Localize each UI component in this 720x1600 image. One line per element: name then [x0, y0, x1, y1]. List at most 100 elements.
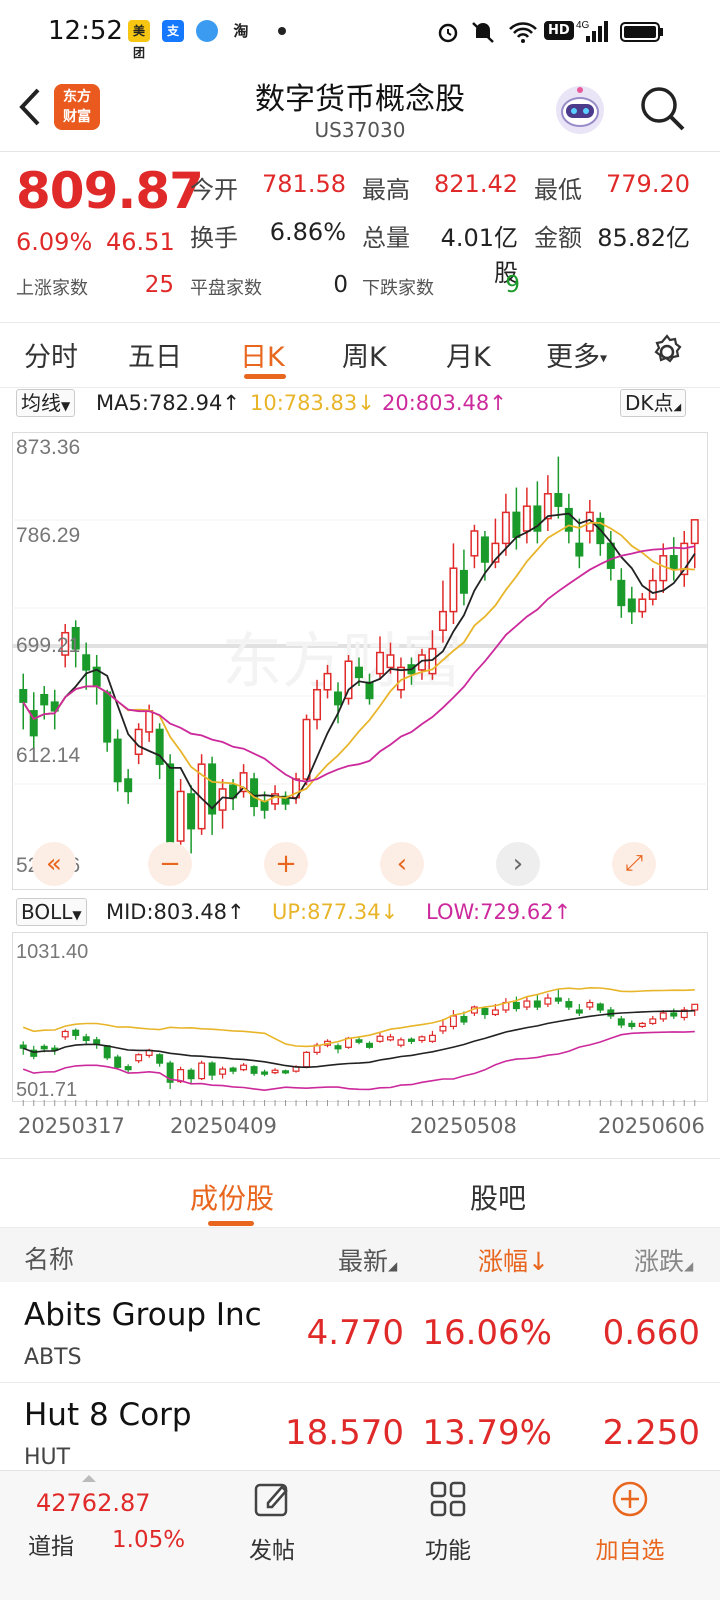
candle	[365, 681, 374, 700]
boll-candle	[303, 1051, 311, 1068]
stock-change: 0.660	[602, 1313, 700, 1353]
boll-candle	[523, 1000, 531, 1008]
add-watchlist-button[interactable]: 加自选	[582, 1479, 678, 1565]
settings-gear-icon[interactable]	[648, 333, 686, 371]
battery-icon	[620, 22, 663, 42]
y-tick-3: 699.21	[16, 634, 80, 657]
zoom-in-icon[interactable]: +	[264, 842, 308, 886]
boll-candle	[575, 1009, 583, 1014]
table-row[interactable]: Hut 8 Corp HUT 18.570 13.79% 2.250	[0, 1383, 720, 1483]
back-arrow-icon[interactable]	[14, 86, 44, 128]
dropdown-arrow-icon: ▼	[61, 399, 71, 413]
candlestick-chart[interactable]: 东方财富 873.36 786.29 699.21 612.14 525.06	[12, 432, 708, 890]
boll-candle	[460, 1015, 468, 1023]
next-icon[interactable]: ›	[496, 842, 540, 886]
boll-candle	[219, 1068, 227, 1075]
candle	[334, 691, 343, 706]
candle	[124, 778, 133, 793]
boll-candle	[261, 1071, 269, 1075]
fullscreen-icon[interactable]: ⤢	[612, 842, 656, 886]
boll-candle	[376, 1035, 384, 1042]
sort-icon: ◢	[388, 1259, 398, 1273]
col-name[interactable]: 名称	[24, 1240, 74, 1276]
high-label: 最高	[362, 176, 410, 204]
down-count: 9	[505, 272, 520, 298]
y-tick-4: 612.14	[16, 744, 81, 767]
candle	[438, 610, 447, 631]
prev-icon[interactable]: ‹	[380, 842, 424, 886]
current-price: 809.87	[16, 162, 204, 220]
post-button[interactable]: 发帖	[232, 1479, 312, 1565]
boll-candle	[198, 1062, 206, 1080]
col-change[interactable]: 涨跌◢	[634, 1242, 693, 1278]
boll-candle	[103, 1045, 111, 1059]
boll-select[interactable]: BOLL▼	[16, 898, 87, 926]
col-pct[interactable]: 涨幅↓	[478, 1242, 549, 1278]
boll-low: LOW:729.62↑	[426, 900, 572, 924]
index-pct[interactable]: 1.05%	[112, 1527, 185, 1553]
edit-post-icon	[254, 1483, 288, 1517]
tab-intraday[interactable]: 分时	[24, 335, 78, 374]
candle	[638, 598, 647, 613]
search-icon[interactable]	[638, 84, 686, 132]
hd-icon: HD	[544, 21, 574, 40]
boll-mid: MID:803.48↑	[106, 900, 245, 924]
col-last[interactable]: 最新◢	[338, 1242, 397, 1278]
stock-name: Hut 8 Corp	[24, 1397, 192, 1433]
candle	[386, 654, 395, 669]
robot-assistant-icon[interactable]	[552, 82, 608, 138]
candle	[250, 778, 259, 808]
boll-candle	[282, 1070, 290, 1074]
tab-daily-k[interactable]: 日K	[240, 335, 285, 374]
index-value[interactable]: 42762.87	[36, 1489, 151, 1517]
tab-monthly-k[interactable]: 月K	[446, 335, 491, 374]
candle	[501, 511, 510, 545]
boll-candle	[649, 1018, 657, 1025]
zoom-out-icon[interactable]: −	[148, 842, 192, 886]
tab-five-day[interactable]: 五日	[128, 335, 182, 374]
tab-constituents[interactable]: 成份股	[190, 1177, 274, 1217]
table-row[interactable]: Abits Group Inc ABTS 4.770 16.06% 0.660	[0, 1283, 720, 1383]
candle	[103, 691, 112, 743]
candle	[166, 763, 175, 845]
boll-tick-bottom: 501.71	[16, 1079, 77, 1101]
add-circle-icon	[612, 1481, 648, 1517]
candle	[617, 579, 626, 607]
turnover-label: 换手	[190, 224, 238, 252]
boll-candle	[533, 1000, 541, 1008]
indicator-select[interactable]: 均线▼	[16, 389, 76, 417]
eastmoney-logo-icon[interactable]: 东方 财富	[54, 84, 100, 130]
tab-weekly-k[interactable]: 周K	[342, 335, 387, 374]
volume-label: 总量	[362, 224, 410, 252]
candle	[375, 651, 384, 675]
candle	[40, 693, 49, 706]
index-name[interactable]: 道指	[28, 1527, 74, 1561]
candle	[648, 579, 657, 600]
function-button[interactable]: 功能	[408, 1479, 488, 1565]
scroll-start-icon[interactable]: «	[32, 842, 76, 886]
candle	[260, 800, 269, 811]
flat-count: 0	[333, 272, 348, 298]
tab-forum[interactable]: 股吧	[470, 1177, 526, 1217]
boll-candle	[544, 997, 552, 1005]
stock-pct: 13.79%	[422, 1413, 552, 1453]
low-label: 最低	[534, 176, 582, 204]
turnover-value: 6.86%	[269, 218, 346, 246]
boll-candle	[355, 1039, 363, 1043]
up-count-label: 上涨家数	[16, 278, 88, 299]
candle	[522, 505, 531, 532]
boll-candle	[418, 1036, 426, 1042]
boll-candle	[386, 1036, 394, 1041]
candle	[134, 728, 143, 755]
tab-more[interactable]: 更多▾	[546, 335, 607, 374]
boll-candle	[397, 1039, 405, 1046]
candle	[113, 738, 122, 783]
expand-up-icon[interactable]	[82, 1475, 96, 1482]
dk-point-button[interactable]: DK点◢	[620, 389, 687, 417]
alarm-icon	[438, 23, 458, 43]
boll-candle	[250, 1066, 258, 1074]
boll-chart[interactable]: 1031.40 501.71	[12, 932, 708, 1102]
watermark: 东方财富	[222, 628, 462, 695]
down-count-label: 下跌家数	[362, 278, 434, 299]
candle	[459, 569, 468, 594]
